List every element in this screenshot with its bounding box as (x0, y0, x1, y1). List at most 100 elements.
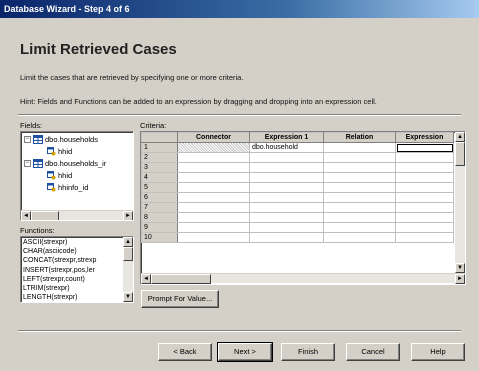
function-item[interactable]: LENGTH(strexpr) (21, 293, 121, 302)
expression1-cell[interactable]: dbo.household (249, 142, 324, 153)
scroll-right-icon[interactable]: ► (123, 211, 133, 220)
function-item[interactable]: LEFT(strexpr,count) (21, 275, 121, 284)
expression1-cell[interactable] (249, 232, 324, 243)
collapse-icon[interactable]: − (24, 136, 31, 143)
relation-cell[interactable] (323, 202, 396, 213)
next-button[interactable]: Next > (217, 342, 273, 362)
relation-cell[interactable] (323, 162, 396, 173)
prompt-for-value-button[interactable]: Prompt For Value... (141, 290, 219, 308)
connector-cell[interactable] (177, 152, 250, 163)
cancel-button[interactable]: Cancel (346, 343, 400, 361)
function-item[interactable]: INSERT(strexpr,pos,ler (21, 266, 121, 275)
relation-cell[interactable] (323, 172, 396, 183)
tree-node-hhinfo-id[interactable]: hhinfo_id (47, 183, 88, 192)
expression1-cell[interactable] (249, 222, 324, 233)
connector-cell[interactable] (177, 172, 250, 183)
criteria-hscrollbar[interactable]: ◄ ► (141, 273, 465, 284)
row-number[interactable]: 10 (141, 232, 178, 243)
table-row[interactable]: 4 (141, 172, 454, 183)
back-button[interactable]: < Back (158, 343, 212, 361)
relation-cell[interactable] (323, 192, 396, 203)
relation-cell[interactable] (323, 142, 396, 153)
row-number[interactable]: 1 (141, 142, 178, 153)
expression1-cell[interactable] (249, 152, 324, 163)
tree-node-households-ir[interactable]: − dbo.households_ir (24, 159, 106, 168)
column-header-connector[interactable]: Connector (177, 132, 250, 143)
relation-cell[interactable] (323, 222, 396, 233)
column-header-expression1[interactable]: Expression 1 (249, 132, 324, 143)
scroll-up-icon[interactable]: ▲ (455, 132, 465, 142)
relation-cell[interactable] (323, 212, 396, 223)
row-number[interactable]: 2 (141, 152, 178, 163)
functions-vscrollbar[interactable]: ▲ ▼ (123, 237, 133, 302)
table-row[interactable]: 7 (141, 202, 454, 213)
connector-cell[interactable] (177, 202, 250, 213)
scroll-up-icon[interactable]: ▲ (123, 237, 133, 247)
expression1-cell[interactable] (249, 172, 324, 183)
fields-tree[interactable]: − dbo.households hhid − dbo.households_i… (20, 131, 134, 221)
expression1-cell[interactable] (249, 212, 324, 223)
expression1-cell[interactable] (249, 182, 324, 193)
scroll-right-icon[interactable]: ► (455, 274, 465, 284)
row-number[interactable]: 5 (141, 182, 178, 193)
table-row[interactable]: 3 (141, 162, 454, 173)
expression2-cell[interactable] (395, 142, 454, 153)
scroll-left-icon[interactable]: ◄ (21, 211, 31, 220)
connector-cell[interactable] (177, 162, 250, 173)
scroll-left-icon[interactable]: ◄ (141, 274, 151, 284)
tree-node-hhid-2[interactable]: hhid (47, 171, 72, 180)
table-row[interactable]: 2 (141, 152, 454, 163)
expression2-cell[interactable] (395, 222, 454, 233)
scroll-thumb[interactable] (123, 247, 133, 261)
help-button[interactable]: Help (411, 343, 465, 361)
row-number[interactable]: 8 (141, 212, 178, 223)
collapse-icon[interactable]: − (24, 160, 31, 167)
relation-cell[interactable] (323, 182, 396, 193)
column-header-relation[interactable]: Relation (323, 132, 396, 143)
connector-cell[interactable] (177, 222, 250, 233)
relation-cell[interactable] (323, 232, 396, 243)
criteria-vscrollbar[interactable]: ▲ ▼ (455, 132, 465, 273)
function-item[interactable]: CONCAT(strexpr,strexp (21, 256, 121, 265)
expression2-cell[interactable] (395, 172, 454, 183)
scroll-down-icon[interactable]: ▼ (455, 263, 465, 273)
table-row[interactable]: 9 (141, 222, 454, 233)
table-row[interactable]: 6 (141, 192, 454, 203)
table-row[interactable]: 5 (141, 182, 454, 193)
connector-cell[interactable] (177, 192, 250, 203)
column-header-expression2[interactable]: Expression (395, 132, 454, 143)
row-number[interactable]: 4 (141, 172, 178, 183)
expression2-cell[interactable] (395, 212, 454, 223)
table-row[interactable]: 1 dbo.household (141, 142, 454, 153)
expression2-cell[interactable] (395, 202, 454, 213)
table-row[interactable]: 8 (141, 212, 454, 223)
functions-list[interactable]: ASCII(strexpr) CHAR(asciicode) CONCAT(st… (20, 236, 134, 303)
function-item[interactable]: LTRIM(strexpr) (21, 284, 121, 293)
scroll-thumb[interactable] (455, 142, 465, 166)
expression2-cell[interactable] (395, 152, 454, 163)
expression1-cell[interactable] (249, 162, 324, 173)
scroll-thumb[interactable] (151, 274, 211, 284)
scroll-down-icon[interactable]: ▼ (123, 292, 133, 302)
tree-node-households[interactable]: − dbo.households (24, 135, 98, 144)
connector-cell[interactable] (177, 212, 250, 223)
row-number[interactable]: 7 (141, 202, 178, 213)
fields-hscrollbar[interactable]: ◄ ► (21, 210, 133, 220)
scroll-thumb[interactable] (31, 211, 59, 220)
finish-button[interactable]: Finish (281, 343, 335, 361)
connector-cell[interactable] (177, 232, 250, 243)
function-item[interactable]: ASCII(strexpr) (21, 238, 121, 247)
expression2-cell[interactable] (395, 192, 454, 203)
expression2-cell[interactable] (395, 232, 454, 243)
table-row[interactable]: 10 (141, 232, 454, 243)
expression1-cell[interactable] (249, 192, 324, 203)
row-number[interactable]: 6 (141, 192, 178, 203)
criteria-grid[interactable]: Connector Expression 1 Relation Expressi… (140, 131, 466, 285)
expression2-cell[interactable] (395, 182, 454, 193)
tree-node-hhid[interactable]: hhid (47, 147, 72, 156)
relation-cell[interactable] (323, 152, 396, 163)
row-number[interactable]: 9 (141, 222, 178, 233)
row-number[interactable]: 3 (141, 162, 178, 173)
connector-cell[interactable] (177, 182, 250, 193)
window-titlebar[interactable]: Database Wizard - Step 4 of 6 (0, 0, 479, 18)
